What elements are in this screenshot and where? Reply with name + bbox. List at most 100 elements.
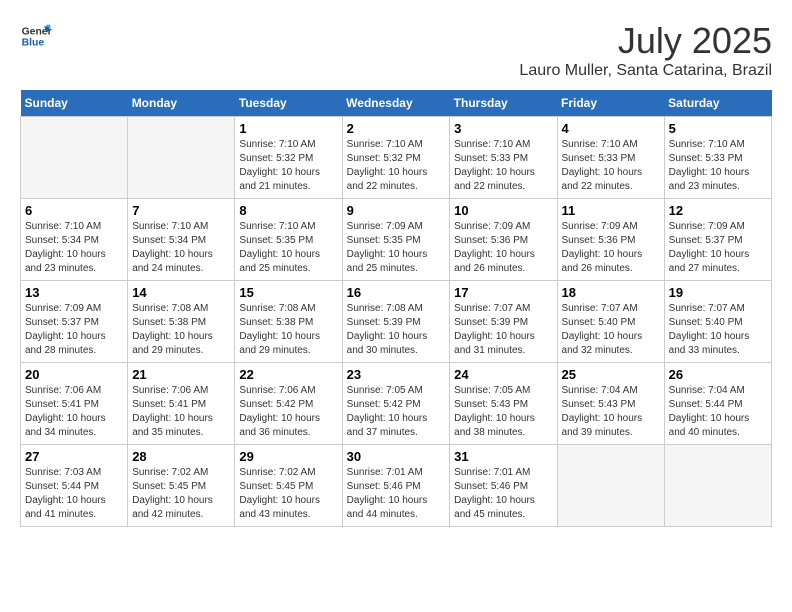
calendar-cell: 18Sunrise: 7:07 AM Sunset: 5:40 PM Dayli… <box>557 281 664 363</box>
calendar-cell: 9 Sunrise: 7:09 AM Sunset: 5:35 PM Daylig… <box>342 199 450 281</box>
day-number: 25 <box>562 367 660 382</box>
calendar-cell: 10 Sunrise: 7:09 AM Sunset: 5:36 PM Dayli… <box>450 199 557 281</box>
day-number: 23 <box>347 367 446 382</box>
calendar-cell: 24 Sunrise: 7:05 AM Sunset: 5:43 PM Dayli… <box>450 363 557 445</box>
day-number: 3 <box>454 121 552 136</box>
calendar-cell <box>128 117 235 199</box>
calendar-cell: 13Sunrise: 7:09 AM Sunset: 5:37 PM Dayli… <box>21 281 128 363</box>
logo-icon: General Blue <box>20 20 52 52</box>
calendar-cell: 6 Sunrise: 7:10 AM Sunset: 5:34 PM Daylig… <box>21 199 128 281</box>
day-number: 7 <box>132 203 230 218</box>
calendar-cell: 16 Sunrise: 7:08 AM Sunset: 5:39 PM Dayli… <box>342 281 450 363</box>
calendar-cell: 21 Sunrise: 7:06 AM Sunset: 5:41 PM Dayli… <box>128 363 235 445</box>
day-info: Sunrise: 7:09 AM Sunset: 5:37 PM Dayligh… <box>669 220 767 276</box>
location-subtitle: Lauro Muller, Santa Catarina, Brazil <box>519 62 772 80</box>
calendar-cell: 30 Sunrise: 7:01 AM Sunset: 5:46 PM Dayli… <box>342 445 450 527</box>
day-info: Sunrise: 7:07 AM Sunset: 5:39 PM Dayligh… <box>454 302 552 358</box>
day-number: 24 <box>454 367 552 382</box>
calendar-cell <box>664 445 771 527</box>
weekday-header: Saturday <box>664 90 771 117</box>
day-number: 5 <box>669 121 767 136</box>
day-number: 2 <box>347 121 446 136</box>
calendar-cell: 2Sunrise: 7:10 AM Sunset: 5:32 PM Daylig… <box>342 117 450 199</box>
calendar-week-row: 1 Sunrise: 7:10 AM Sunset: 5:32 PM Daylig… <box>21 117 772 199</box>
day-number: 12 <box>669 203 767 218</box>
weekday-header: Sunday <box>21 90 128 117</box>
calendar-cell: 26Sunrise: 7:04 AM Sunset: 5:44 PM Dayli… <box>664 363 771 445</box>
day-number: 16 <box>347 285 446 300</box>
day-info: Sunrise: 7:03 AM Sunset: 5:44 PM Dayligh… <box>25 466 123 522</box>
day-number: 1 <box>239 121 337 136</box>
day-number: 10 <box>454 203 552 218</box>
day-info: Sunrise: 7:05 AM Sunset: 5:43 PM Dayligh… <box>454 384 552 440</box>
weekday-header-row: SundayMondayTuesdayWednesdayThursdayFrid… <box>21 90 772 117</box>
day-info: Sunrise: 7:08 AM Sunset: 5:38 PM Dayligh… <box>132 302 230 358</box>
day-info: Sunrise: 7:10 AM Sunset: 5:34 PM Dayligh… <box>25 220 123 276</box>
day-info: Sunrise: 7:10 AM Sunset: 5:32 PM Dayligh… <box>239 138 337 194</box>
day-info: Sunrise: 7:08 AM Sunset: 5:39 PM Dayligh… <box>347 302 446 358</box>
day-info: Sunrise: 7:02 AM Sunset: 5:45 PM Dayligh… <box>239 466 337 522</box>
day-info: Sunrise: 7:10 AM Sunset: 5:34 PM Dayligh… <box>132 220 230 276</box>
day-info: Sunrise: 7:10 AM Sunset: 5:33 PM Dayligh… <box>669 138 767 194</box>
day-number: 4 <box>562 121 660 136</box>
calendar-cell: 31 Sunrise: 7:01 AM Sunset: 5:46 PM Dayli… <box>450 445 557 527</box>
calendar-cell: 5 Sunrise: 7:10 AM Sunset: 5:33 PM Daylig… <box>664 117 771 199</box>
day-info: Sunrise: 7:10 AM Sunset: 5:33 PM Dayligh… <box>454 138 552 194</box>
day-number: 31 <box>454 449 552 464</box>
day-number: 22 <box>239 367 337 382</box>
day-info: Sunrise: 7:10 AM Sunset: 5:35 PM Dayligh… <box>239 220 337 276</box>
calendar-week-row: 6 Sunrise: 7:10 AM Sunset: 5:34 PM Daylig… <box>21 199 772 281</box>
calendar-cell: 11 Sunrise: 7:09 AM Sunset: 5:36 PM Dayli… <box>557 199 664 281</box>
calendar-table: SundayMondayTuesdayWednesdayThursdayFrid… <box>20 90 772 527</box>
day-info: Sunrise: 7:06 AM Sunset: 5:42 PM Dayligh… <box>239 384 337 440</box>
day-number: 6 <box>25 203 123 218</box>
calendar-cell: 1 Sunrise: 7:10 AM Sunset: 5:32 PM Daylig… <box>235 117 342 199</box>
calendar-cell: 29Sunrise: 7:02 AM Sunset: 5:45 PM Dayli… <box>235 445 342 527</box>
day-number: 11 <box>562 203 660 218</box>
day-info: Sunrise: 7:01 AM Sunset: 5:46 PM Dayligh… <box>347 466 446 522</box>
day-number: 8 <box>239 203 337 218</box>
calendar-cell: 4 Sunrise: 7:10 AM Sunset: 5:33 PM Daylig… <box>557 117 664 199</box>
day-info: Sunrise: 7:09 AM Sunset: 5:36 PM Dayligh… <box>562 220 660 276</box>
day-number: 14 <box>132 285 230 300</box>
weekday-header: Friday <box>557 90 664 117</box>
calendar-cell: 8 Sunrise: 7:10 AM Sunset: 5:35 PM Daylig… <box>235 199 342 281</box>
calendar-cell: 3 Sunrise: 7:10 AM Sunset: 5:33 PM Daylig… <box>450 117 557 199</box>
day-info: Sunrise: 7:06 AM Sunset: 5:41 PM Dayligh… <box>132 384 230 440</box>
day-number: 17 <box>454 285 552 300</box>
weekday-header: Wednesday <box>342 90 450 117</box>
calendar-cell: 14 Sunrise: 7:08 AM Sunset: 5:38 PM Dayli… <box>128 281 235 363</box>
day-info: Sunrise: 7:09 AM Sunset: 5:37 PM Dayligh… <box>25 302 123 358</box>
page-header: General Blue July 2025 Lauro Muller, San… <box>20 20 772 80</box>
weekday-header: Monday <box>128 90 235 117</box>
calendar-cell: 22 Sunrise: 7:06 AM Sunset: 5:42 PM Dayli… <box>235 363 342 445</box>
calendar-cell: 15 Sunrise: 7:08 AM Sunset: 5:38 PM Dayli… <box>235 281 342 363</box>
calendar-cell: 23Sunrise: 7:05 AM Sunset: 5:42 PM Dayli… <box>342 363 450 445</box>
calendar-cell: 19Sunrise: 7:07 AM Sunset: 5:40 PM Dayli… <box>664 281 771 363</box>
day-info: Sunrise: 7:07 AM Sunset: 5:40 PM Dayligh… <box>669 302 767 358</box>
day-info: Sunrise: 7:09 AM Sunset: 5:36 PM Dayligh… <box>454 220 552 276</box>
weekday-header: Tuesday <box>235 90 342 117</box>
day-number: 9 <box>347 203 446 218</box>
title-area: July 2025 Lauro Muller, Santa Catarina, … <box>519 20 772 80</box>
day-info: Sunrise: 7:10 AM Sunset: 5:33 PM Dayligh… <box>562 138 660 194</box>
day-number: 18 <box>562 285 660 300</box>
day-number: 28 <box>132 449 230 464</box>
day-info: Sunrise: 7:09 AM Sunset: 5:35 PM Dayligh… <box>347 220 446 276</box>
day-info: Sunrise: 7:02 AM Sunset: 5:45 PM Dayligh… <box>132 466 230 522</box>
day-info: Sunrise: 7:08 AM Sunset: 5:38 PM Dayligh… <box>239 302 337 358</box>
day-info: Sunrise: 7:01 AM Sunset: 5:46 PM Dayligh… <box>454 466 552 522</box>
calendar-week-row: 13Sunrise: 7:09 AM Sunset: 5:37 PM Dayli… <box>21 281 772 363</box>
day-info: Sunrise: 7:04 AM Sunset: 5:43 PM Dayligh… <box>562 384 660 440</box>
calendar-cell: 7 Sunrise: 7:10 AM Sunset: 5:34 PM Daylig… <box>128 199 235 281</box>
calendar-cell <box>21 117 128 199</box>
day-number: 21 <box>132 367 230 382</box>
calendar-cell <box>557 445 664 527</box>
day-number: 20 <box>25 367 123 382</box>
calendar-week-row: 27Sunrise: 7:03 AM Sunset: 5:44 PM Dayli… <box>21 445 772 527</box>
day-number: 30 <box>347 449 446 464</box>
day-number: 15 <box>239 285 337 300</box>
day-number: 26 <box>669 367 767 382</box>
month-title: July 2025 <box>519 20 772 62</box>
calendar-cell: 20Sunrise: 7:06 AM Sunset: 5:41 PM Dayli… <box>21 363 128 445</box>
